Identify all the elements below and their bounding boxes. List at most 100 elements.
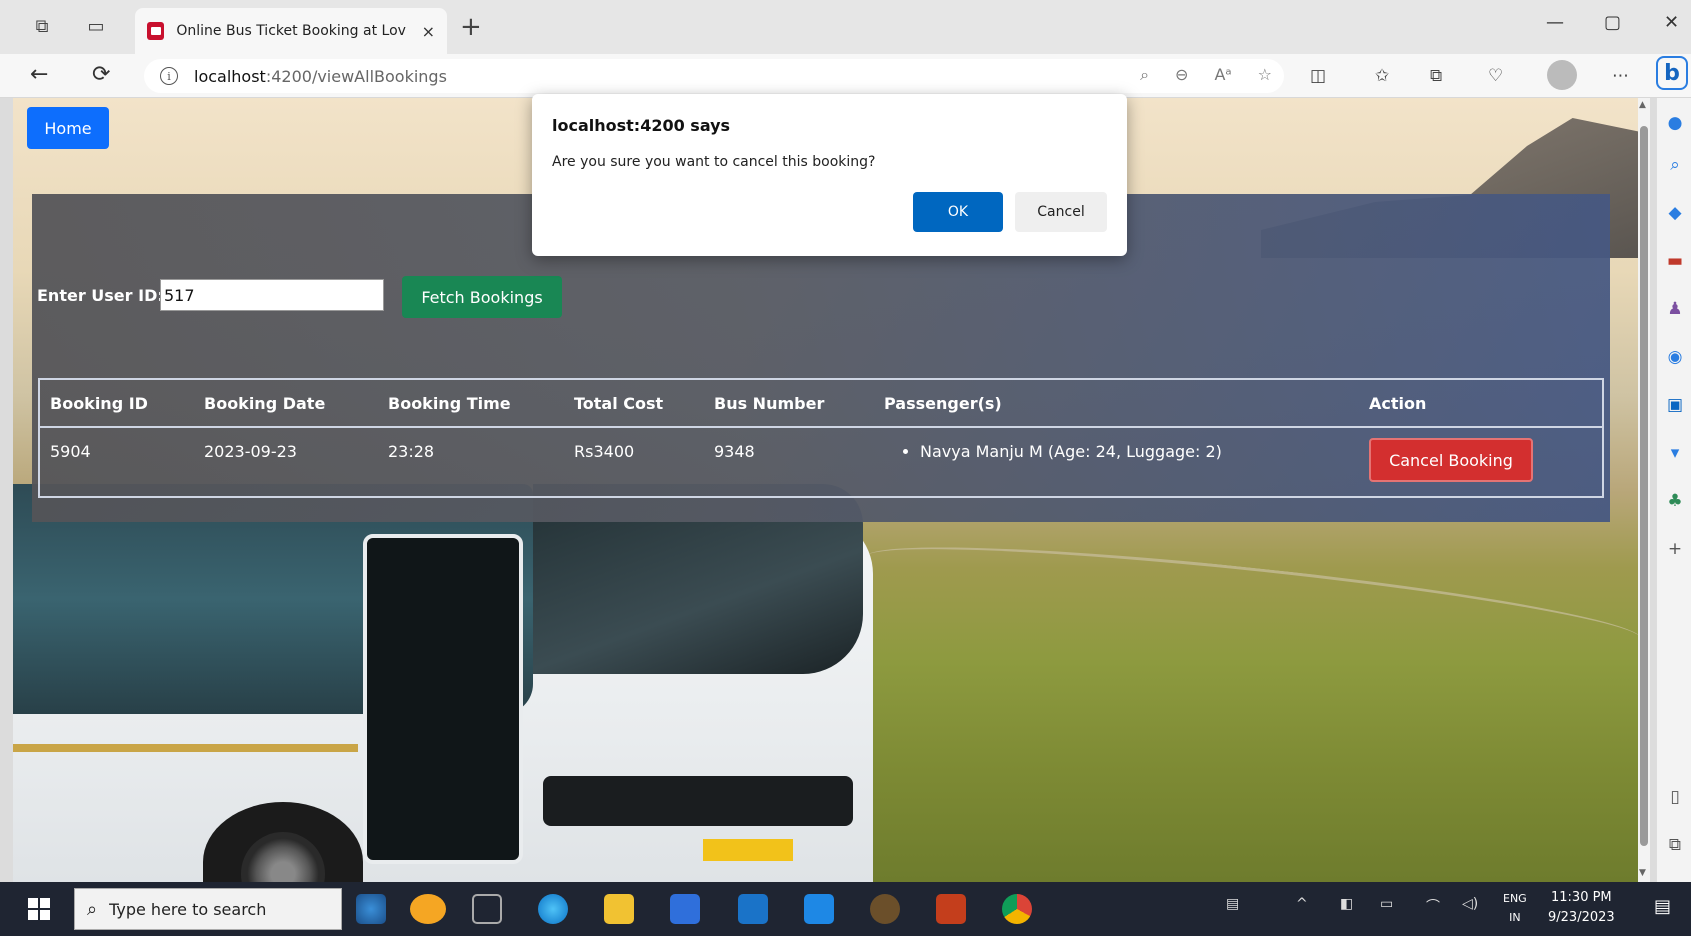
mail-icon[interactable] (738, 894, 768, 924)
tab-title: Online Bus Ticket Booking at Lov (176, 23, 406, 39)
windows-start-icon[interactable] (28, 898, 50, 920)
header-booking-date: Booking Date (194, 379, 378, 428)
profile-avatar[interactable] (1547, 60, 1577, 90)
table-header-row: Booking ID Booking Date Booking Time Tot… (39, 379, 1603, 428)
omnibox-icons: ⌕ ⊖ Aᵃ ☆ (1140, 65, 1272, 85)
browser-tab-strip: ⧉ ▭ Online Bus Ticket Booking at Lov × +… (0, 0, 1691, 54)
workspaces-icon[interactable]: ⧉ (30, 14, 54, 38)
bus-door (363, 534, 523, 864)
battery-icon[interactable]: ▭ (1380, 896, 1393, 912)
scrollbar-thumb[interactable] (1640, 126, 1648, 846)
taskbar-search-placeholder: Type here to search (109, 899, 267, 919)
header-booking-id: Booking ID (39, 379, 194, 428)
address-bar[interactable]: i localhost:4200/viewAllBookings ⌕ ⊖ Aᵃ … (144, 59, 1284, 93)
url-host: localhost (194, 66, 266, 86)
keyboard-icon[interactable]: ▤ (1226, 896, 1239, 912)
bus-grille (543, 776, 853, 826)
dialog-ok-button[interactable]: OK (913, 192, 1003, 232)
scroll-up-icon[interactable]: ▲ (1639, 100, 1646, 110)
user-id-label: Enter User ID: (37, 286, 164, 305)
tab-actions-icon[interactable]: ▭ (84, 14, 108, 38)
settings-app-icon[interactable] (870, 894, 900, 924)
split-screen-icon[interactable]: ◫ (1310, 66, 1326, 86)
system-clock[interactable]: 11:30 PM 9/23/2023 (1548, 888, 1615, 928)
edge-taskbar-icon[interactable] (538, 894, 568, 924)
browser-essentials-icon[interactable]: ♡ (1488, 66, 1503, 86)
volume-icon[interactable]: ◁) (1462, 896, 1478, 912)
site-info-icon[interactable]: i (160, 67, 178, 85)
bookings-table: Booking ID Booking Date Booking Time Tot… (38, 378, 1604, 498)
drop-icon[interactable]: ▾ (1664, 442, 1686, 464)
scroll-down-icon[interactable]: ▼ (1639, 868, 1646, 878)
cell-action: Cancel Booking (1359, 427, 1603, 498)
shopping-tag-icon[interactable]: ◆ (1664, 202, 1686, 224)
taskbar-search[interactable]: ⌕ Type here to search (74, 888, 342, 930)
notification-icon[interactable]: ▤ (1654, 896, 1678, 920)
cell-booking-date: 2023-09-23 (194, 427, 378, 498)
passenger-item: Navya Manju M (Age: 24, Luggage: 2) (920, 442, 1349, 461)
add-icon[interactable]: + (1664, 538, 1686, 560)
confirm-dialog: localhost:4200 says Are you sure you wan… (532, 94, 1127, 256)
tools-icon[interactable]: ▬ (1664, 250, 1686, 272)
cell-booking-time: 23:28 (378, 427, 564, 498)
header-bus-number: Bus Number (704, 379, 874, 428)
wifi-icon[interactable]: ⌒ (1426, 896, 1440, 916)
url-path: :4200/viewAllBookings (265, 66, 447, 86)
bing-copilot-icon[interactable]: b (1656, 56, 1688, 90)
page-scrollbar[interactable]: ▲ ▼ (1638, 98, 1650, 882)
weather-widget-icon[interactable] (356, 894, 386, 924)
refresh-icon[interactable]: ⟳ (92, 62, 110, 87)
back-icon[interactable]: ← (30, 62, 48, 87)
dialog-cancel-button[interactable]: Cancel (1015, 192, 1107, 232)
search-icon[interactable]: ⌕ (1664, 154, 1686, 176)
cell-total-cost: Rs3400 (564, 427, 704, 498)
cancel-booking-button[interactable]: Cancel Booking (1369, 438, 1533, 482)
window-close-icon[interactable]: ✕ (1664, 12, 1679, 33)
zoom-icon[interactable]: ⊖ (1175, 65, 1188, 85)
header-total-cost: Total Cost (564, 379, 704, 428)
cell-bus-number: 9348 (704, 427, 874, 498)
minimize-icon[interactable]: — (1546, 12, 1564, 33)
bus-stripe (13, 744, 358, 752)
chevron-up-icon[interactable]: ^ (1296, 896, 1308, 912)
search-icon: ⌕ (87, 898, 98, 920)
external-link-icon[interactable]: ⧉ (1664, 834, 1686, 856)
read-aloud-icon[interactable]: Aᵃ (1214, 65, 1231, 85)
chrome-icon[interactable] (1002, 894, 1032, 924)
edge-sidebar: ● ⌕ ◆ ▬ ♟ ◉ ▣ ▾ ♣ + ▯ ⧉ ⚙ (1656, 98, 1691, 903)
clock-date: 9/23/2023 (1548, 910, 1615, 925)
office-icon[interactable]: ◉ (1664, 346, 1686, 368)
games-icon[interactable]: ♟ (1664, 298, 1686, 320)
sidebar-toggle-icon[interactable]: ▯ (1664, 786, 1686, 808)
search-in-page-icon[interactable]: ⌕ (1140, 65, 1149, 85)
new-tab-icon[interactable]: + (460, 12, 482, 42)
browser-tab-active[interactable]: Online Bus Ticket Booking at Lov × (135, 8, 447, 54)
file-explorer-icon[interactable] (604, 894, 634, 924)
outlook-icon[interactable]: ▣ (1664, 394, 1686, 416)
home-button[interactable]: Home (27, 107, 109, 149)
fetch-bookings-button[interactable]: Fetch Bookings (402, 276, 562, 318)
tree-icon[interactable]: ♣ (1664, 490, 1686, 512)
favorite-star-icon[interactable]: ☆ (1258, 65, 1272, 85)
meet-icon[interactable]: ◧ (1340, 896, 1353, 912)
bus-favicon-icon (147, 22, 165, 40)
restore-icon[interactable]: ▢ (1604, 12, 1621, 33)
sun-widget-icon[interactable] (410, 894, 446, 924)
task-view-icon[interactable] (472, 894, 502, 924)
address-bar-row: ← ⟳ i localhost:4200/viewAllBookings ⌕ ⊖… (0, 54, 1691, 98)
collections-icon[interactable]: ⧉ (1430, 66, 1442, 86)
more-menu-icon[interactable]: ⋯ (1612, 66, 1629, 86)
user-id-input[interactable] (160, 279, 384, 311)
favorites-icon[interactable]: ✩ (1375, 66, 1389, 86)
road-background (862, 527, 1641, 669)
language-region: IN (1509, 911, 1521, 924)
vscode-icon[interactable] (804, 894, 834, 924)
language-indicator[interactable]: ENG IN (1503, 889, 1527, 927)
powerpoint-icon[interactable] (936, 894, 966, 924)
store-icon[interactable] (670, 894, 700, 924)
bell-icon[interactable]: ● (1664, 112, 1686, 134)
bus-background-image (13, 484, 873, 882)
tab-close-icon[interactable]: × (422, 22, 435, 41)
cell-passengers: Navya Manju M (Age: 24, Luggage: 2) (874, 427, 1359, 498)
table-row: 5904 2023-09-23 23:28 Rs3400 9348 Navya … (39, 427, 1603, 498)
